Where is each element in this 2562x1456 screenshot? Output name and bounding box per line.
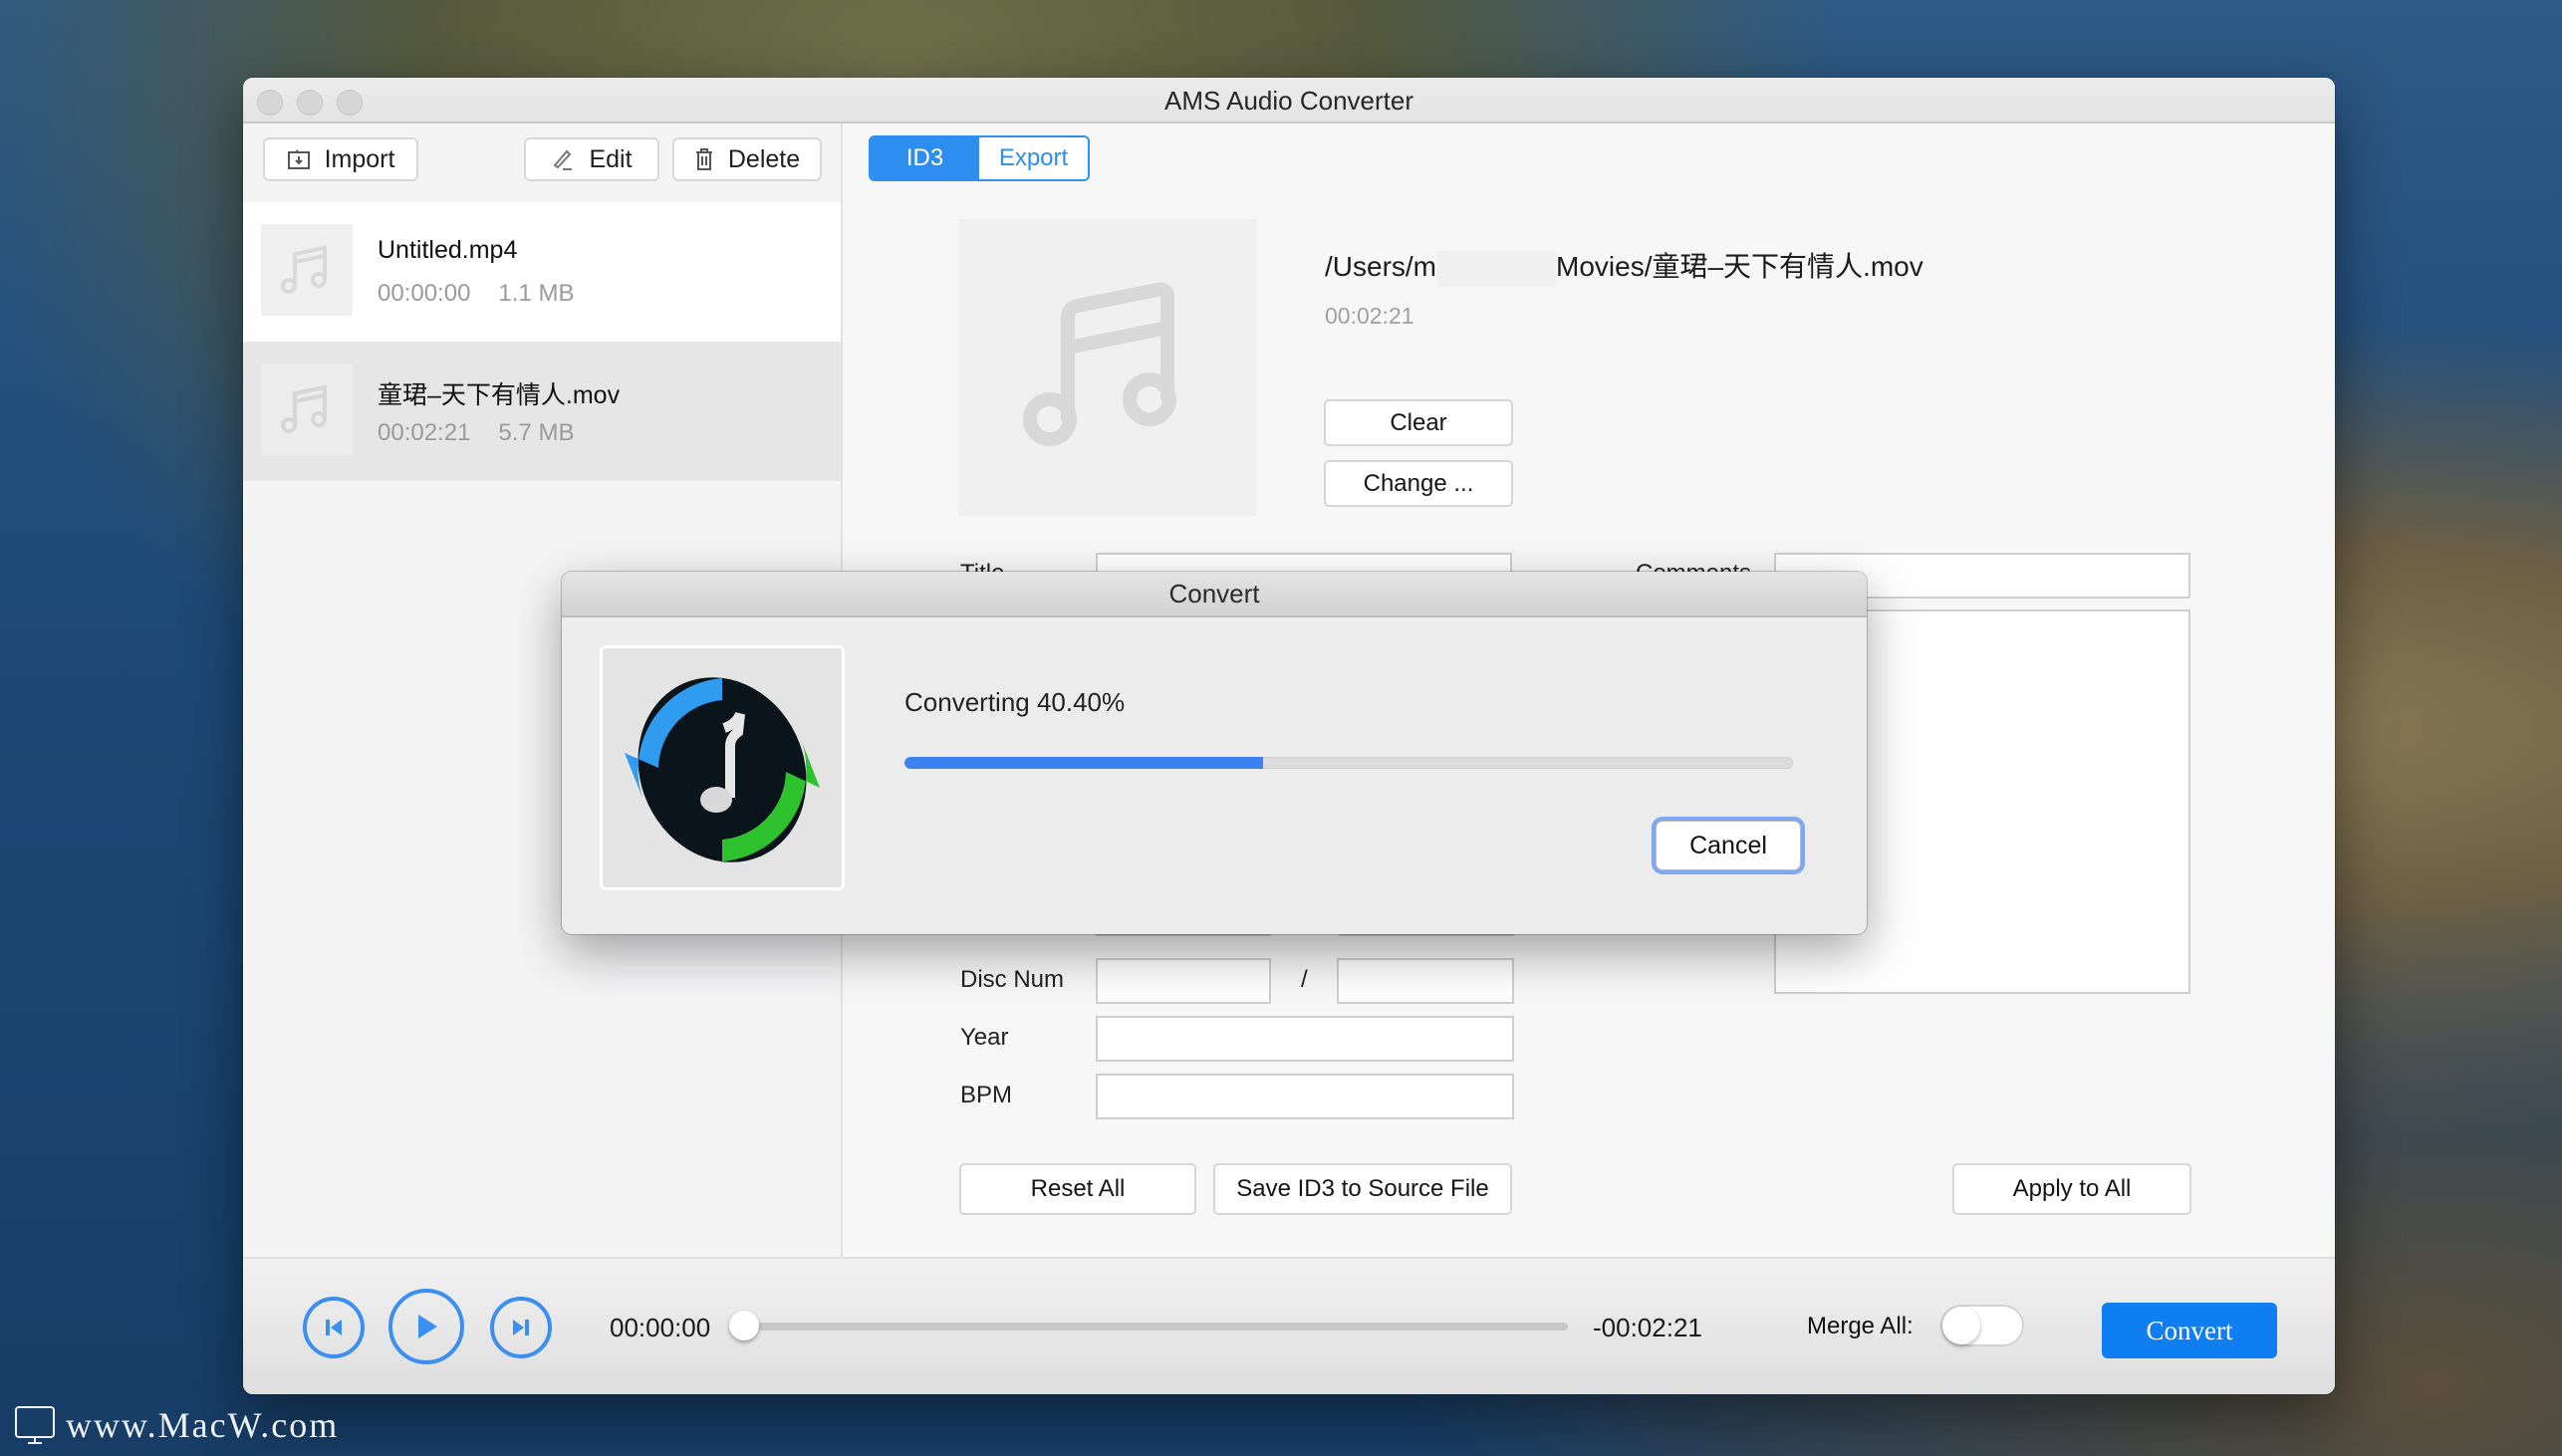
- remaining-time: -00:02:21: [1593, 1313, 1702, 1342]
- zoom-window-button[interactable]: [337, 90, 363, 116]
- disc-separator: /: [1301, 966, 1308, 993]
- file-meta: 00:02:21 5.7 MB: [378, 419, 574, 447]
- detail-duration: 00:02:21: [1325, 303, 1414, 329]
- skip-forward-icon: [513, 1320, 529, 1335]
- import-folder-icon: [287, 149, 310, 169]
- redacted-block: [1436, 250, 1556, 287]
- year-label: Year: [960, 1024, 1009, 1051]
- title-bar: AMS Audio Converter: [243, 78, 2335, 123]
- file-name: 童珺–天下有情人.mov: [378, 381, 621, 409]
- file-duration: 00:02:21: [378, 419, 471, 446]
- app-icon-frame: [600, 645, 845, 890]
- disc-num-label: Disc Num: [960, 966, 1065, 993]
- seek-slider-thumb[interactable]: [729, 1311, 759, 1340]
- file-size: 1.1 MB: [498, 280, 575, 307]
- import-button[interactable]: Import: [263, 137, 418, 181]
- skip-back-icon: [326, 1320, 342, 1335]
- file-name: Untitled.mp4: [378, 236, 518, 264]
- conversion-status: Converting 40.40%: [904, 687, 1126, 717]
- close-window-button[interactable]: [257, 90, 283, 116]
- progress-fill: [904, 757, 1264, 769]
- file-thumbnail: [261, 364, 353, 455]
- minimize-window-button[interactable]: [297, 90, 323, 116]
- tab-id3[interactable]: ID3: [871, 137, 979, 179]
- file-size: 5.7 MB: [498, 419, 575, 446]
- delete-button[interactable]: Delete: [672, 137, 822, 181]
- file-path-prefix: /Users/m: [1325, 251, 1436, 282]
- window-title: AMS Audio Converter: [1163, 86, 1413, 116]
- bpm-field[interactable]: [1096, 1074, 1514, 1119]
- conversion-progress-bar: [904, 757, 1793, 769]
- edit-button[interactable]: Edit: [524, 137, 659, 181]
- pencil-icon: [553, 149, 573, 170]
- convert-button[interactable]: Convert: [2102, 1303, 2277, 1358]
- bpm-label: BPM: [960, 1082, 1013, 1108]
- file-meta: 00:00:00 1.1 MB: [378, 280, 574, 308]
- music-note-icon: [281, 245, 327, 294]
- play-button[interactable]: [388, 1289, 464, 1364]
- apply-to-all-button[interactable]: Apply to All: [1952, 1163, 2191, 1215]
- file-list-item-selected[interactable]: 童珺–天下有情人.mov 00:02:21 5.7 MB: [243, 342, 841, 481]
- tab-export[interactable]: Export: [979, 137, 1088, 179]
- album-artwork: [958, 219, 1257, 516]
- macw-logo-icon: [15, 1406, 55, 1444]
- merge-all-toggle[interactable]: [1940, 1305, 2024, 1346]
- current-time: 00:00:00: [610, 1313, 711, 1342]
- watermark: www.MacW.com: [14, 1404, 339, 1446]
- delete-label: Delete: [727, 144, 801, 173]
- year-field[interactable]: [1096, 1016, 1514, 1062]
- music-note-icon: [281, 384, 327, 433]
- file-path-suffix: Movies/童珺–天下有情人.mov: [1556, 251, 1923, 282]
- import-label: Import: [324, 144, 395, 173]
- toggle-knob: [1942, 1307, 1980, 1344]
- disc-num-field[interactable]: [1096, 958, 1271, 1004]
- play-icon: [418, 1315, 437, 1338]
- convert-dialog: Convert Converting 40.40% Cancel: [562, 572, 1867, 934]
- trash-icon: [695, 148, 712, 170]
- player-bar: 00:00:00 -00:02:21 Merge All: Convert: [243, 1257, 2335, 1394]
- save-id3-button[interactable]: Save ID3 to Source File: [1213, 1163, 1512, 1215]
- watermark-text: www.MacW.com: [66, 1405, 340, 1445]
- next-track-button[interactable]: [490, 1297, 552, 1358]
- file-duration: 00:00:00: [378, 280, 471, 307]
- cancel-button[interactable]: Cancel: [1656, 821, 1801, 870]
- file-path: /Users/m Movies/童珺–天下有情人.mov: [1325, 245, 1923, 287]
- view-tabs: ID3 Export: [869, 135, 1090, 181]
- clear-artwork-button[interactable]: Clear: [1324, 399, 1513, 446]
- reset-all-button[interactable]: Reset All: [959, 1163, 1196, 1215]
- change-artwork-button[interactable]: Change ...: [1324, 460, 1513, 507]
- previous-track-button[interactable]: [303, 1297, 365, 1358]
- seek-slider-track[interactable]: [741, 1323, 1568, 1331]
- app-logo-icon: [625, 677, 820, 862]
- file-list-item[interactable]: Untitled.mp4 00:00:00 1.1 MB: [243, 202, 841, 342]
- music-note-icon: [1023, 282, 1176, 446]
- disc-total-field[interactable]: [1337, 958, 1514, 1004]
- merge-all-label: Merge All:: [1807, 1313, 1914, 1339]
- dialog-title: Convert: [562, 572, 1867, 617]
- file-thumbnail: [261, 224, 353, 316]
- edit-label: Edit: [589, 144, 633, 173]
